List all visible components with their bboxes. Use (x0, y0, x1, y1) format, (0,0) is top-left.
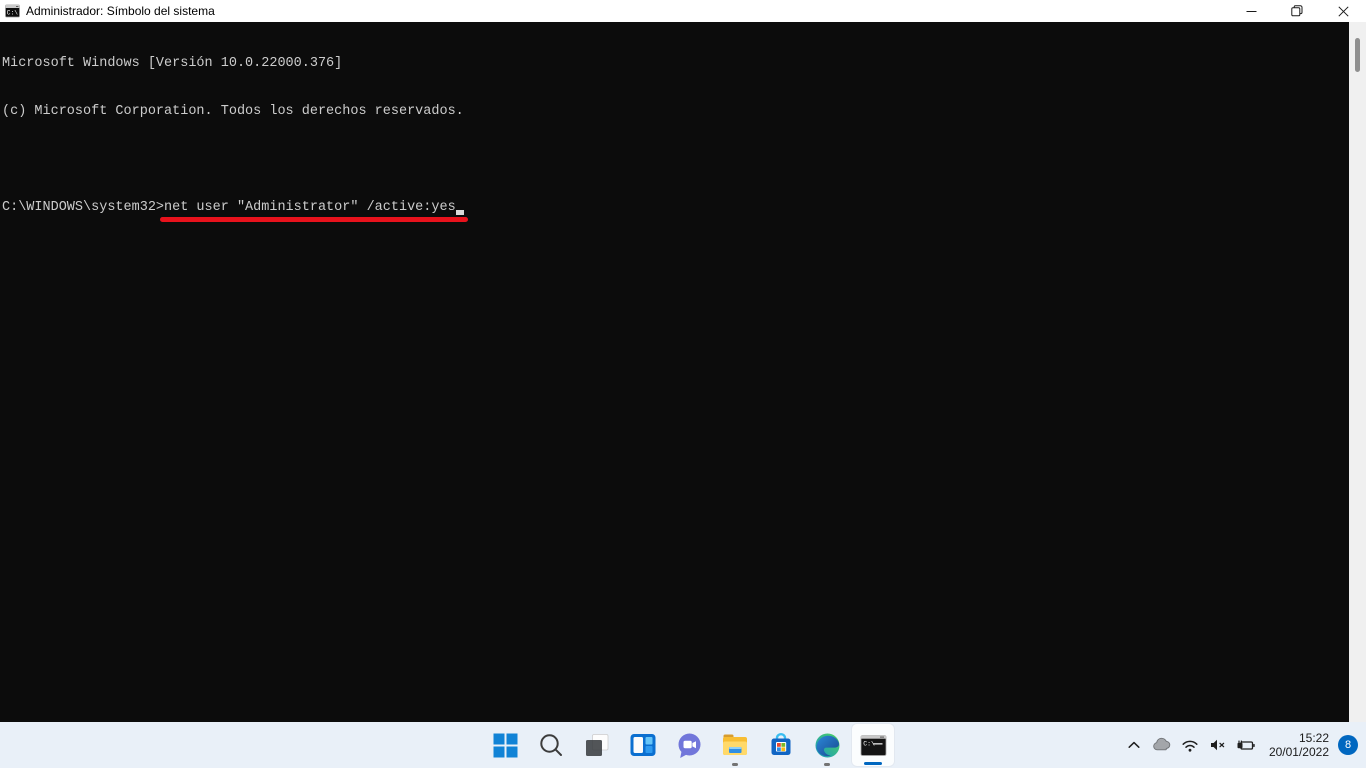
window-title: Administrador: Símbolo del sistema (26, 4, 215, 18)
taskbar-edge-button[interactable] (805, 723, 849, 767)
red-underline-annotation (160, 217, 468, 222)
svg-text:C:\: C:\ (863, 740, 875, 747)
terminal-output: Microsoft Windows [Versión 10.0.22000.37… (0, 22, 1366, 248)
restore-button[interactable] (1274, 0, 1320, 22)
restore-icon (1291, 5, 1303, 17)
taskbar-task-view-button[interactable] (575, 723, 619, 767)
terminal-window[interactable]: Microsoft Windows [Versión 10.0.22000.37… (0, 22, 1366, 722)
microsoft-edge-icon (815, 733, 839, 757)
cmd-app-icon: C:\ (5, 4, 20, 18)
taskbar-store-button[interactable] (759, 723, 803, 767)
minimize-button[interactable] (1228, 0, 1274, 22)
terminal-scrollbar[interactable] (1349, 22, 1366, 722)
terminal-prompt: C:\WINDOWS\system32> (2, 200, 165, 215)
search-icon (540, 734, 562, 756)
command-prompt-icon: C:\ (860, 734, 886, 756)
typed-command-wrap: net user "Administrator" /active:yes (160, 200, 468, 222)
scrollbar-thumb[interactable] (1355, 38, 1360, 72)
system-tray: 15:22 20/01/2022 8 (1123, 722, 1358, 768)
network-button[interactable] (1179, 733, 1201, 757)
terminal-prompt-line: C:\WINDOWS\system32>net user "Administra… (2, 200, 1346, 222)
svg-text:C:\: C:\ (7, 10, 18, 17)
battery-charging-icon (1237, 740, 1255, 750)
taskbar-cmd-button[interactable]: C:\ (851, 723, 895, 767)
terminal-line-copyright: (c) Microsoft Corporation. Todos los der… (2, 104, 464, 119)
window-titlebar[interactable]: C:\ Administrador: Símbolo del sistema (0, 0, 1366, 22)
running-indicator-dot (732, 763, 738, 766)
typed-command: net user "Administrator" /active:yes (164, 200, 456, 215)
hidden-icons-button[interactable] (1123, 733, 1145, 757)
taskbar-search-button[interactable] (529, 723, 573, 767)
window-controls (1228, 0, 1366, 22)
microsoft-store-icon (771, 733, 791, 755)
terminal-cursor (455, 203, 464, 215)
onedrive-cloud-icon (1153, 737, 1171, 751)
chat-icon (678, 733, 700, 758)
onedrive-button[interactable] (1151, 733, 1173, 757)
wifi-icon (1182, 740, 1198, 752)
clock-date: 20/01/2022 (1268, 745, 1329, 759)
taskbar: C:\ 15:22 20/01/2022 8 (0, 722, 1366, 768)
desktop-screen: C:\ Administrador: Símbolo del sistema M… (0, 0, 1366, 768)
running-indicator-dot (824, 763, 830, 766)
chevron-up-icon (1128, 741, 1140, 748)
battery-button[interactable] (1235, 733, 1257, 757)
taskbar-start-button[interactable] (483, 723, 527, 767)
close-button[interactable] (1320, 0, 1366, 22)
file-explorer-icon (723, 734, 747, 755)
notification-badge[interactable]: 8 (1338, 735, 1358, 755)
taskbar-file-explorer-button[interactable] (713, 723, 757, 767)
taskbar-widgets-button[interactable] (621, 723, 665, 767)
taskbar-clock[interactable]: 15:22 20/01/2022 (1269, 731, 1329, 759)
taskbar-chat-button[interactable] (667, 723, 711, 767)
terminal-line-version: Microsoft Windows [Versión 10.0.22000.37… (2, 56, 343, 71)
widgets-icon (630, 734, 656, 756)
taskbar-center-icons: C:\ (483, 723, 895, 767)
active-window-indicator (864, 762, 882, 765)
close-icon (1337, 5, 1349, 17)
notification-count: 8 (1344, 739, 1352, 751)
windows-start-icon (493, 733, 517, 757)
volume-muted-icon (1210, 739, 1225, 751)
clock-time: 15:22 (1298, 731, 1329, 745)
tray-icons (1123, 733, 1257, 757)
volume-button[interactable] (1207, 733, 1229, 757)
task-view-icon (586, 734, 609, 756)
minimize-icon (1246, 10, 1256, 12)
